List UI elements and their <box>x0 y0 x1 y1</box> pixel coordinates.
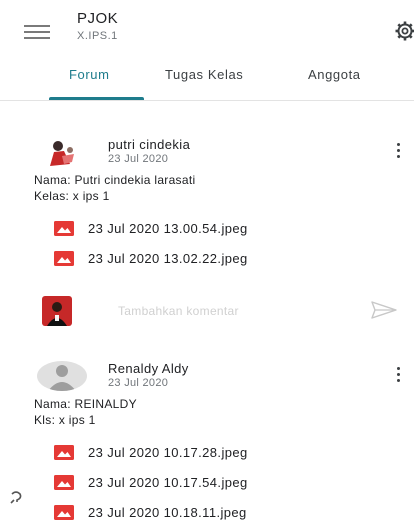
class-subtitle: X.IPS.1 <box>77 30 118 42</box>
more-options-icon[interactable] <box>397 367 401 383</box>
image-icon <box>54 444 74 460</box>
assistant-icon[interactable] <box>8 490 24 506</box>
attachment-item[interactable]: 23 Jul 2020 10.18.11.jpeg <box>54 503 247 521</box>
attachment-item[interactable]: 23 Jul 2020 13.00.54.jpeg <box>54 219 248 237</box>
post-body-line: Kls: x ips 1 <box>34 413 96 427</box>
attachment-item[interactable]: 23 Jul 2020 13.02.22.jpeg <box>54 249 248 267</box>
more-options-icon[interactable] <box>397 143 401 159</box>
avatar[interactable] <box>37 361 87 391</box>
attachment-name: 23 Jul 2020 10.17.28.jpeg <box>88 444 248 460</box>
avatar[interactable] <box>44 138 80 168</box>
attachment-name: 23 Jul 2020 13.00.54.jpeg <box>88 220 248 236</box>
image-icon <box>54 250 74 266</box>
post-author: putri cindekia <box>108 137 191 152</box>
tab-divider <box>0 100 414 101</box>
post-body-line: Nama: REINALDY <box>34 397 137 411</box>
attachment-name: 23 Jul 2020 10.18.11.jpeg <box>88 504 247 520</box>
menu-icon[interactable] <box>24 25 50 39</box>
post-author: Renaldy Aldy <box>108 361 189 376</box>
tab-tugas-kelas[interactable]: Tugas Kelas <box>165 67 243 82</box>
image-icon <box>54 474 74 490</box>
attachment-item[interactable]: 23 Jul 2020 10.17.54.jpeg <box>54 473 248 491</box>
comment-input[interactable]: Tambahkan komentar <box>118 304 239 318</box>
current-user-avatar <box>42 296 72 326</box>
post-body-line: Nama: Putri cindekia larasati <box>34 173 196 187</box>
attachment-item[interactable]: 23 Jul 2020 10.17.28.jpeg <box>54 443 248 461</box>
settings-icon[interactable] <box>394 20 414 42</box>
image-icon <box>54 504 74 520</box>
post-body-line: Kelas: x ips 1 <box>34 189 110 203</box>
attachment-name: 23 Jul 2020 13.02.22.jpeg <box>88 250 248 266</box>
attachment-name: 23 Jul 2020 10.17.54.jpeg <box>88 474 248 490</box>
image-icon <box>54 220 74 236</box>
post-date: 23 Jul 2020 <box>108 153 169 165</box>
post-date: 23 Jul 2020 <box>108 377 169 389</box>
tab-forum[interactable]: Forum <box>69 67 110 82</box>
class-title: PJOK <box>77 10 119 27</box>
send-icon[interactable] <box>371 301 397 319</box>
tab-anggota[interactable]: Anggota <box>308 67 361 82</box>
